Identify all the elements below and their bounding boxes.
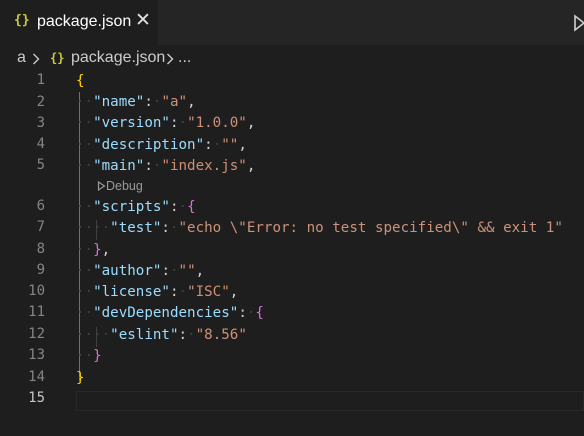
codelens-debug[interactable]: Debug — [97, 179, 143, 193]
close-icon[interactable]: ✕ — [133, 10, 153, 32]
line-number: 4 — [36, 136, 45, 152]
line-number: 13 — [28, 347, 45, 363]
code-line: ··} — [76, 348, 102, 364]
line-number: 3 — [36, 115, 45, 131]
line-number-active: 15 — [28, 390, 45, 406]
line-number: 2 — [36, 94, 45, 110]
line-number: 8 — [36, 241, 45, 257]
breadcrumb: a {} package.json ... — [0, 45, 584, 71]
tab-label: package.json — [37, 13, 132, 30]
code-editor[interactable]: 1 2 3 4 5 6 7 8 9 10 11 12 13 14 15 { ··… — [0, 71, 584, 436]
code-line: ··"version":·"1.0.0", — [76, 115, 256, 131]
breadcrumb-file[interactable]: package.json — [71, 49, 165, 67]
tab-package-json[interactable]: {} package.json ✕ — [0, 0, 158, 45]
line-number: 14 — [28, 369, 45, 385]
code-line: ··"name":·"a", — [76, 94, 196, 110]
json-file-icon: {} — [14, 13, 30, 28]
json-file-icon: {} — [50, 51, 65, 65]
chevron-right-icon — [167, 53, 174, 65]
breadcrumb-more[interactable]: ... — [178, 49, 191, 67]
line-number: 9 — [36, 262, 45, 278]
code-line: ··"scripts":·{ — [76, 199, 196, 215]
line-number: 11 — [28, 304, 45, 320]
code-line: ··"main":·"index.js", — [76, 158, 256, 174]
current-line-highlight — [76, 391, 584, 411]
line-number: 10 — [28, 283, 45, 299]
breadcrumb-folder[interactable]: a — [17, 49, 26, 67]
code-line: ····"eslint":·"8.56" — [76, 327, 247, 343]
code-line: ····"test":·"echo \"Error: no test speci… — [76, 220, 563, 236]
line-number: 6 — [36, 198, 45, 214]
play-outline-icon — [97, 180, 106, 192]
line-number: 12 — [28, 326, 45, 342]
line-number: 5 — [36, 157, 45, 173]
code-line: } — [76, 370, 85, 386]
code-line: ··"author":·"", — [76, 263, 205, 279]
code-line: { — [76, 73, 85, 89]
chevron-right-icon — [33, 53, 40, 65]
line-number: 7 — [36, 219, 45, 235]
code-line: ··"devDependencies":·{ — [76, 305, 264, 321]
line-number: 1 — [36, 72, 45, 88]
open-preview-icon[interactable] — [573, 13, 584, 33]
codelens-label: Debug — [106, 179, 143, 193]
code-line: ··"description":·"", — [76, 137, 247, 153]
code-line: ··}, — [76, 242, 111, 258]
tab-bar: {} package.json ✕ — [0, 0, 584, 45]
code-line: ··"license":·"ISC", — [76, 284, 239, 300]
